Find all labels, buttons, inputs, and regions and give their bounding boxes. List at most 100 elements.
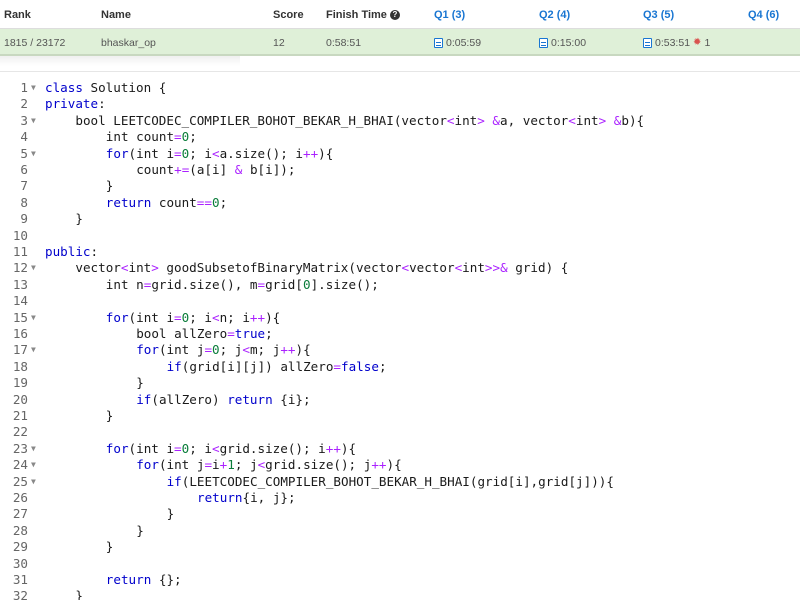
code-line[interactable]: 9} <box>0 211 800 227</box>
code-line[interactable]: 27} <box>0 506 800 522</box>
code-text: if(LEETCODEC_COMPILER_BOHOT_BEKAR_H_BHAI… <box>167 474 614 490</box>
code-line[interactable]: 4 int count=0; <box>0 129 800 145</box>
document-icon[interactable] <box>643 37 652 48</box>
code-text: } <box>167 506 175 522</box>
code-text: private: <box>45 96 106 112</box>
fold-toggle-icon[interactable]: ▼ <box>31 113 36 129</box>
code-line[interactable]: 22 <box>0 424 800 440</box>
code-line[interactable]: 7} <box>0 178 800 194</box>
line-number: 27 <box>12 506 28 522</box>
code-line[interactable]: 1 ▼ class Solution { <box>0 80 800 96</box>
header-q1[interactable]: Q1 (3) <box>434 0 465 29</box>
header-finish-time[interactable]: Finish Time ? <box>326 0 400 29</box>
code-token: grid.size(), m <box>151 276 258 292</box>
code-token: (a[i] <box>189 162 235 177</box>
document-icon[interactable] <box>539 37 548 48</box>
code-line[interactable]: 26 return{i, j}; <box>0 490 800 506</box>
code-token: ++ <box>280 342 296 358</box>
code-token: ; j <box>234 457 258 473</box>
code-line[interactable]: 16 bool allZero=true; <box>0 326 800 342</box>
user-name[interactable]: bhaskar_op <box>101 29 156 56</box>
header-rank[interactable]: Rank <box>4 0 31 29</box>
code-line[interactable]: 3 ▼ bool LEETCODEC_COMPILER_BOHOT_BEKAR_H_… <box>0 113 800 129</box>
fold-toggle-icon[interactable]: ▼ <box>31 310 36 326</box>
code-token: int count <box>105 129 175 145</box>
code-line[interactable]: 6 count+=(a[i] & b[i]); <box>0 162 800 178</box>
line-number: 11 <box>12 244 28 259</box>
code-line[interactable]: 20 if(allZero) return {i}; <box>0 392 800 408</box>
code-token: count <box>136 162 175 177</box>
header-q4[interactable]: Q4 (6) <box>748 0 779 29</box>
code-token: ].size(); <box>310 276 379 292</box>
code-line[interactable]: 32} <box>0 588 800 600</box>
line-number: 17 <box>12 342 28 358</box>
header-q2[interactable]: Q2 (4) <box>539 0 570 29</box>
code-token: ){ <box>340 440 357 456</box>
q1-time: 0:05:59 <box>446 36 482 49</box>
code-line[interactable]: 2 private: <box>0 96 800 112</box>
code-token: > & <box>598 112 622 128</box>
code-line[interactable]: 17 ▼ for(int j=0; j<m; j++){ <box>0 342 800 358</box>
code-token: for <box>136 457 159 473</box>
fold-toggle-icon[interactable]: ▼ <box>31 342 36 358</box>
code-line[interactable]: 30 <box>0 556 800 572</box>
question-circle-icon[interactable]: ? <box>389 9 400 20</box>
code-line[interactable]: 23 ▼ for(int i=0; i<grid.size(); i++){ <box>0 441 800 457</box>
code-editor[interactable]: 1 ▼ class Solution {2 private: 3 ▼ bool LEETCO… <box>0 71 800 600</box>
q2-submission[interactable]: 0:15:00 <box>539 29 586 56</box>
code-line[interactable]: 5 ▼ for(int i=0; i<a.size(); i++){ <box>0 146 800 162</box>
code-token: ++ <box>249 309 266 325</box>
code-line[interactable]: 29} <box>0 539 800 555</box>
code-line[interactable]: 24 ▼ for(int j=i+1; j<grid.size(); j++){ <box>0 457 800 473</box>
q1-submission[interactable]: 0:05:59 <box>434 29 481 56</box>
code-token: a.size(); i <box>219 145 303 161</box>
code-text: int count=0; <box>106 129 197 145</box>
code-token: public <box>45 244 91 259</box>
header-name[interactable]: Name <box>101 0 131 29</box>
code-line[interactable]: 18 if(grid[i][j]) allZero=false; <box>0 359 800 375</box>
fold-toggle-icon[interactable]: ▼ <box>31 260 36 276</box>
code-line[interactable]: 14 <box>0 293 800 309</box>
code-text: if(grid[i][j]) allZero=false; <box>167 359 387 375</box>
code-token: < <box>211 309 220 325</box>
code-token: return <box>197 490 243 505</box>
code-token: = <box>333 358 342 374</box>
code-token: ++ <box>302 145 319 161</box>
code-line[interactable]: 10 <box>0 228 800 244</box>
code-line[interactable]: 8 return count==0; <box>0 195 800 211</box>
q3-submission[interactable]: 0:53:51 ✹ 1 <box>643 29 710 56</box>
code-text: class Solution { <box>45 80 166 96</box>
code-line[interactable]: 12 ▼ vector<int> goodSubsetofBinaryMatrix(… <box>0 260 800 276</box>
document-icon[interactable] <box>434 37 443 48</box>
fold-toggle-icon[interactable]: ▼ <box>31 146 36 162</box>
code-line[interactable]: 19} <box>0 375 800 391</box>
line-number: 22 <box>12 424 28 440</box>
code-token: n; i <box>219 309 250 325</box>
code-token: = <box>174 145 182 161</box>
line-number: 32 <box>12 588 28 600</box>
header-score[interactable]: Score <box>273 0 304 29</box>
line-number: 18 <box>12 358 28 374</box>
fold-toggle-icon[interactable]: ▼ <box>31 80 36 96</box>
code-line[interactable]: 11 public: <box>0 244 800 260</box>
code-token: grid.size(); i <box>219 440 326 456</box>
header-q3[interactable]: Q3 (5) <box>643 0 674 29</box>
ranking-table: Rank Name Score Finish Time ? Q1 (3) Q2 … <box>0 0 800 56</box>
code-token: ; j <box>219 342 243 358</box>
code-token: } <box>75 588 83 600</box>
fold-toggle-icon[interactable]: ▼ <box>31 441 36 457</box>
fold-toggle-icon[interactable]: ▼ <box>31 457 36 473</box>
code-line[interactable]: 13 int n=grid.size(), m=grid[0].size(); <box>0 277 800 293</box>
code-token: if <box>166 358 182 374</box>
line-number: 5 <box>20 145 28 161</box>
code-token: a, vector <box>500 112 569 128</box>
code-line[interactable]: 25 ▼ if(LEETCODEC_COMPILER_BOHOT_BEKAR_H_B… <box>0 474 800 490</box>
fold-toggle-icon[interactable]: ▼ <box>31 474 36 490</box>
code-line[interactable]: 15 ▼ for(int i=0; i<n; i++){ <box>0 310 800 326</box>
code-line[interactable]: 31 return {}; <box>0 572 800 588</box>
code-line[interactable]: 21} <box>0 408 800 424</box>
code-line[interactable]: 28} <box>0 523 800 539</box>
line-number: 9 <box>20 211 28 227</box>
line-number: 10 <box>12 227 28 243</box>
code-token: int <box>128 260 152 276</box>
